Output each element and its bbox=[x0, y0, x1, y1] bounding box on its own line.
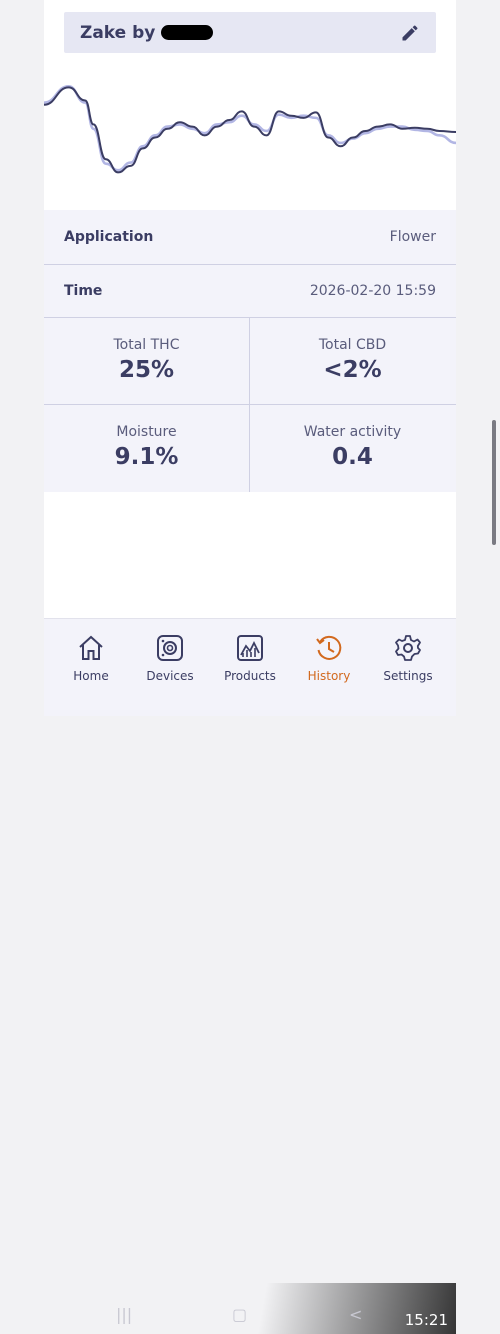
nav-label: Home bbox=[73, 669, 109, 683]
application-value: Flower bbox=[389, 228, 436, 245]
nav-label: Settings bbox=[383, 669, 433, 683]
app-screen: Zake by Application Flower Time 2026-02-… bbox=[44, 0, 456, 1334]
nav-devices[interactable]: Devices bbox=[129, 633, 211, 683]
nav-label: Devices bbox=[146, 669, 194, 683]
metric-value: <2% bbox=[323, 357, 382, 383]
nav-label: History bbox=[307, 669, 351, 683]
application-row: Application Flower bbox=[44, 210, 456, 263]
chart-series-line bbox=[44, 86, 456, 174]
product-title: Zake by bbox=[80, 22, 156, 43]
spectrum-chart bbox=[44, 84, 456, 174]
metric-total-thc: Total THC 25% bbox=[44, 318, 249, 404]
chart-series-line bbox=[44, 84, 456, 172]
metric-label: Total THC bbox=[113, 337, 180, 353]
metric-moisture: Moisture 9.1% bbox=[44, 405, 249, 491]
time-label: Time bbox=[64, 282, 103, 299]
nav-label: Products bbox=[224, 669, 276, 683]
home-icon bbox=[79, 635, 103, 660]
redacted-name bbox=[161, 25, 214, 40]
metric-label: Total CBD bbox=[318, 337, 387, 353]
system-clock: 15:21 bbox=[404, 1311, 448, 1329]
application-label: Application bbox=[64, 228, 154, 245]
pencil-icon[interactable] bbox=[400, 23, 420, 43]
details-panel: Application Flower Time 2026-02-20 15:59… bbox=[44, 210, 456, 492]
metric-value: 9.1% bbox=[114, 444, 179, 470]
metric-label: Water activity bbox=[303, 424, 402, 440]
nav-home[interactable]: Home bbox=[50, 633, 132, 683]
metric-water-activity: Water activity 0.4 bbox=[250, 405, 455, 491]
time-row: Time 2026-02-20 15:59 bbox=[44, 264, 456, 317]
metric-value: 0.4 bbox=[332, 444, 373, 470]
nav-history[interactable]: History bbox=[288, 633, 370, 683]
product-title-card: Zake by bbox=[64, 12, 436, 53]
chart-icon bbox=[237, 635, 263, 661]
device-icon bbox=[157, 635, 183, 661]
back-icon[interactable]: < bbox=[349, 1305, 362, 1324]
time-value: 2026-02-20 15:59 bbox=[309, 282, 436, 299]
gear-icon bbox=[395, 635, 421, 661]
home-system-icon[interactable]: ▢ bbox=[232, 1305, 247, 1324]
scrollbar[interactable] bbox=[492, 420, 496, 545]
system-nav-bar: ||| ▢ < 15:21 bbox=[104, 1283, 456, 1334]
history-icon bbox=[316, 635, 342, 660]
bottom-nav: Home Devices Products History Settings |… bbox=[44, 618, 456, 1334]
metric-value: 25% bbox=[118, 357, 175, 383]
column-divider bbox=[249, 317, 250, 492]
recent-apps-icon[interactable]: ||| bbox=[116, 1305, 132, 1324]
nav-products[interactable]: Products bbox=[209, 633, 291, 683]
metric-total-cbd: Total CBD <2% bbox=[250, 318, 455, 404]
nav-settings[interactable]: Settings bbox=[367, 633, 449, 683]
metric-label: Moisture bbox=[116, 424, 177, 440]
